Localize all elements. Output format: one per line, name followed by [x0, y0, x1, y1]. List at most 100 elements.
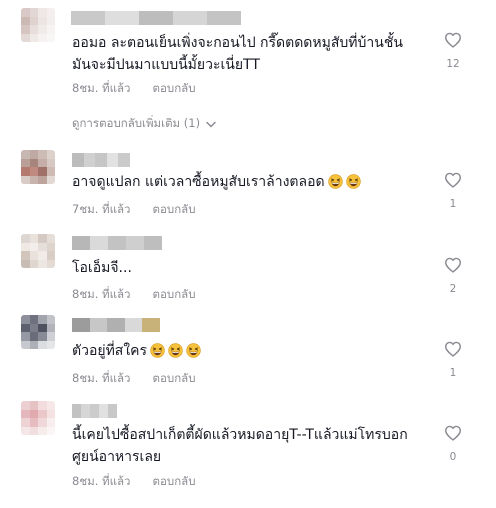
username-blurred[interactable]	[72, 404, 117, 418]
heart-outline-icon[interactable]	[441, 172, 465, 188]
avatar-pixel	[21, 409, 30, 418]
avatar-pixel	[21, 158, 30, 167]
reply-button[interactable]: ตอบกลับ	[153, 287, 196, 301]
avatar-pixel	[29, 259, 38, 268]
avatar-pixel	[38, 150, 47, 159]
avatar-pixel	[46, 418, 55, 427]
avatar-pixel	[38, 315, 47, 324]
comment-text-span: อาจดูแปลก แต่เวลาซื้อหมูสับเราล้างตลอด	[72, 174, 325, 190]
reply-button[interactable]: ตอบกลับ	[153, 81, 196, 95]
reply-button[interactable]: ตอบกลับ	[153, 202, 196, 216]
avatar-pixel	[38, 401, 47, 410]
avatar-pixel	[38, 175, 47, 184]
avatar-pixel	[29, 234, 38, 243]
reply-button[interactable]: ตอบกลับ	[153, 474, 196, 488]
avatar-pixel	[46, 251, 55, 260]
like-count: 12	[446, 58, 460, 70]
avatar-pixel	[46, 234, 55, 243]
username-blurred[interactable]	[72, 153, 130, 167]
username-blurred[interactable]	[72, 236, 162, 250]
like-button[interactable]: 12	[441, 32, 465, 70]
username-blur-block	[207, 11, 241, 25]
avatar-pixel	[38, 33, 47, 42]
username-blur-block	[106, 153, 119, 167]
like-button[interactable]: 0	[441, 425, 465, 463]
like-count: 0	[449, 451, 457, 463]
comment-time: 8ชม. ที่แล้ว	[72, 474, 131, 488]
avatar[interactable]	[21, 401, 55, 435]
heart-outline-icon[interactable]	[441, 341, 465, 357]
avatar-pixel	[21, 242, 30, 251]
avatar-pixel	[29, 418, 38, 427]
grinning-squinting-face-emoji	[147, 343, 165, 359]
avatar-pixel	[38, 323, 47, 332]
avatar-pixel	[46, 33, 55, 42]
view-more-replies-label: ดูการตอบกลับเพิ่มเติม (1)	[72, 116, 201, 130]
avatar-pixel	[21, 167, 30, 176]
username-blur-block	[72, 318, 91, 332]
like-button[interactable]: 2	[441, 257, 465, 295]
username-blur-block	[90, 236, 109, 250]
avatar-pixel	[29, 323, 38, 332]
avatar-pixel	[29, 426, 38, 435]
avatar-pixel	[38, 167, 47, 176]
comment-text-line: มันจะมีปนมาแบบนี้มั้ยวะเนี่ยTT	[72, 57, 260, 73]
username-blur-block	[144, 236, 162, 250]
username-blur-block	[107, 318, 126, 332]
comment-meta: 8ชม. ที่แล้ว ตอบกลับ	[72, 370, 196, 388]
avatar-pixel	[29, 16, 38, 25]
comment-text-line: นี้เคยไปซื้อสปาเก็ตตี้ผัดแล้วหมดอายุT--T…	[72, 427, 408, 443]
username-blur-block	[95, 153, 108, 167]
avatar-pixel	[21, 426, 30, 435]
heart-outline-icon[interactable]	[441, 257, 465, 273]
comment-text-line: ออมอ ละตอนเย็นเพิ่งจะกอนไป กรี๊ดตดดหมูสั…	[72, 35, 403, 51]
avatar-pixel	[46, 25, 55, 34]
avatar-pixel	[38, 251, 47, 260]
like-button[interactable]: 1	[441, 172, 465, 210]
avatar[interactable]	[21, 8, 55, 42]
avatar-pixel	[21, 8, 30, 17]
like-count: 2	[449, 283, 457, 295]
emoji-group	[325, 174, 361, 190]
heart-outline-icon[interactable]	[441, 32, 465, 48]
comment-text: นี้เคยไปซื้อสปาเก็ตตี้ผัดแล้วหมดอายุT--T…	[72, 424, 408, 468]
heart-outline-icon[interactable]	[441, 425, 465, 441]
comment-meta: 8ชม. ที่แล้ว ตอบกลับ	[72, 286, 196, 304]
avatar-pixel	[38, 16, 47, 25]
chevron-down-icon	[206, 117, 216, 131]
username-blur-block	[71, 11, 106, 25]
avatar-pixel	[38, 8, 47, 17]
avatar-pixel	[46, 323, 55, 332]
view-more-replies-button[interactable]: ดูการตอบกลับเพิ่มเติม (1)	[72, 115, 216, 133]
comment-time: 8ชม. ที่แล้ว	[72, 81, 131, 95]
comment-meta: 8ชม. ที่แล้ว ตอบกลับ	[72, 473, 196, 491]
username-blur-block	[108, 236, 127, 250]
avatar-pixel	[46, 150, 55, 159]
comment-time: 7ชม. ที่แล้ว	[72, 202, 131, 216]
avatar-pixel	[29, 175, 38, 184]
avatar-pixel	[21, 340, 30, 349]
username-blurred[interactable]	[71, 11, 241, 25]
username-blurred[interactable]	[72, 318, 160, 332]
avatar-pixel	[38, 242, 47, 251]
comment-meta: 8ชม. ที่แล้ว ตอบกลับ	[72, 80, 196, 98]
reply-button[interactable]: ตอบกลับ	[153, 371, 196, 385]
avatar-pixel	[38, 158, 47, 167]
comment-text-line: อาจดูแปลก แต่เวลาซื้อหมูสับเราล้างตลอด	[72, 171, 361, 193]
avatar-pixel	[29, 25, 38, 34]
avatar[interactable]	[21, 315, 55, 349]
grinning-squinting-face-emoji	[325, 174, 343, 190]
avatar-pixel	[38, 25, 47, 34]
avatar-pixel	[46, 259, 55, 268]
comment-text: โอเอ็มจี...	[72, 257, 132, 279]
avatar-pixel	[29, 167, 38, 176]
avatar[interactable]	[21, 234, 55, 268]
avatar-pixel	[38, 234, 47, 243]
username-blur-block	[126, 236, 145, 250]
avatar-pixel	[46, 315, 55, 324]
like-button[interactable]: 1	[441, 341, 465, 379]
avatar-pixel	[29, 332, 38, 341]
avatar-pixel	[29, 158, 38, 167]
avatar-pixel	[21, 401, 30, 410]
avatar[interactable]	[21, 150, 55, 184]
